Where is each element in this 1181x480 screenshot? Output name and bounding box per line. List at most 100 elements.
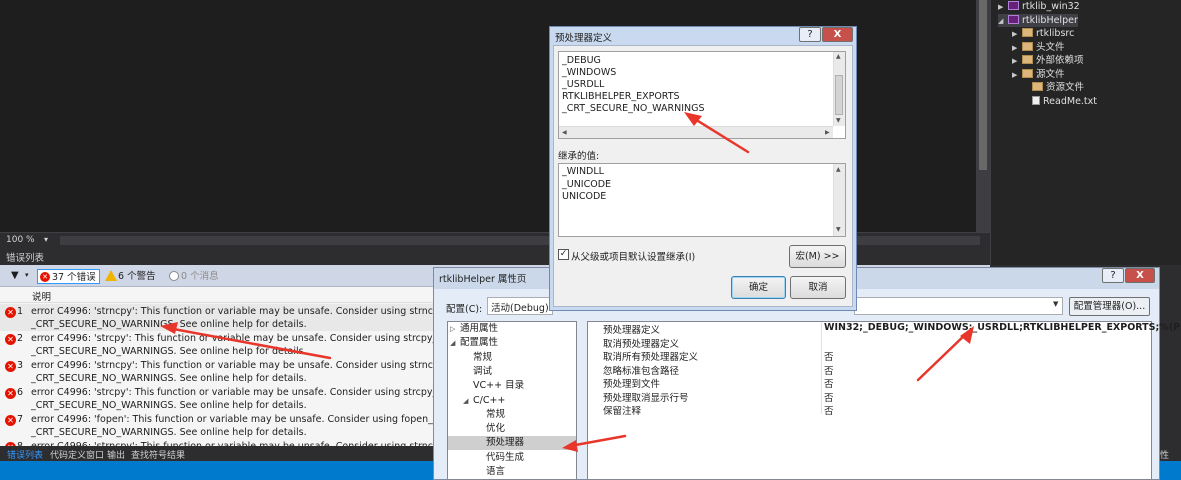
property-row[interactable]: 取消预处理器定义	[588, 336, 1151, 350]
expand-arrow-icon[interactable]: ▶	[1012, 69, 1022, 82]
tool-tab[interactable]: 错误列表	[7, 448, 43, 461]
property-tree-item[interactable]: 优化	[476, 422, 505, 436]
solution-item[interactable]: ◢ rtklibHelper	[998, 13, 1078, 28]
preprocessor-dialog-title: 预处理器定义	[555, 33, 613, 44]
zoom-level[interactable]: 100 %	[6, 235, 35, 245]
configuration-manager-button[interactable]: 配置管理器(O)...	[1069, 297, 1150, 316]
property-tree-item[interactable]: 调试	[463, 365, 492, 379]
property-tree-item[interactable]: 代码生成	[476, 451, 524, 465]
platform-select[interactable]	[854, 297, 1063, 315]
expand-arrow-icon[interactable]: ◢	[450, 336, 460, 350]
property-pages-help-button[interactable]: ?	[1102, 268, 1124, 283]
scroll-right-icon[interactable]: ▶	[825, 129, 830, 136]
property-tree-label: 语言	[486, 466, 506, 477]
error-row[interactable]: ✕ 2 error C4996: 'strcpy': This function o…	[0, 331, 496, 358]
solution-item[interactable]: ▶ rtklib_win32	[998, 0, 1080, 13]
zoom-dropdown-icon[interactable]: ▾	[44, 235, 48, 244]
scroll-up-icon[interactable]: ▲	[836, 166, 841, 173]
property-value[interactable]: 否	[824, 349, 834, 363]
error-row[interactable]: ✕ 7 error C4996: 'fopen': This function or…	[0, 412, 492, 439]
property-tree-label: 优化	[486, 423, 506, 435]
tool-tab[interactable]: 代码定义窗口	[50, 448, 104, 461]
filter-icon[interactable]: ▼	[11, 270, 19, 281]
property-tree-item[interactable]: VC++ 目录	[463, 379, 524, 393]
expand-arrow-icon[interactable]: ◢	[463, 394, 473, 408]
property-tree-item[interactable]: ▷ 通用属性	[450, 322, 498, 336]
tool-tab[interactable]: 输出	[107, 448, 125, 461]
property-row[interactable]: 忽略标准包含路径 否	[588, 363, 1151, 377]
tool-tab[interactable]: 查找符号结果	[131, 448, 185, 461]
error-row[interactable]: ✕ 6 error C4996: 'strcpy': This function o…	[0, 385, 496, 412]
property-tree-item[interactable]: ◢ C/C++	[463, 394, 505, 408]
warnings-filter-label: 6 个警告	[118, 271, 156, 282]
error-row[interactable]: ✕ 1 error C4996: 'strncpy': This function …	[0, 304, 508, 331]
definition-line[interactable]: _USRDLL	[562, 79, 604, 90]
expand-arrow-icon[interactable]: ▷	[450, 322, 460, 336]
warnings-filter-button[interactable]: 6 个警告	[104, 269, 156, 284]
definition-line[interactable]: _DEBUG	[562, 55, 601, 66]
messages-filter-button[interactable]: 0 个消息	[167, 269, 219, 284]
solution-item[interactable]: ▶ 头文件	[1012, 41, 1065, 54]
scroll-up-icon[interactable]: ▲	[836, 53, 841, 60]
property-tree-item[interactable]: 预处理器	[448, 436, 576, 451]
property-value[interactable]: 否	[824, 376, 834, 390]
error-row[interactable]: ✕ 3 error C4996: 'strncpy': This function …	[0, 358, 508, 385]
error-message-cont: _CRT_SECURE_NO_WARNINGS. See online help…	[31, 373, 307, 384]
definition-line[interactable]: _CRT_SECURE_NO_WARNINGS	[562, 103, 705, 114]
property-tree-item[interactable]: 语言	[476, 465, 505, 479]
configuration-select[interactable]: 活动(Debug)	[487, 297, 553, 315]
property-pages-close-button[interactable]: X	[1125, 268, 1155, 283]
scroll-down-icon[interactable]: ▼	[836, 117, 841, 124]
property-name: 保留注释	[603, 406, 642, 417]
folder-icon	[1022, 68, 1033, 78]
property-name: 预处理到文件	[603, 379, 661, 390]
scroll-left-icon[interactable]: ◀	[562, 129, 567, 136]
property-tree-item[interactable]: 常规	[463, 351, 492, 365]
property-row[interactable]: 预处理到文件 否	[588, 376, 1151, 390]
chevron-down-icon[interactable]: ▼	[1053, 300, 1058, 308]
errors-filter-button[interactable]: ✕ 37 个错误	[37, 269, 100, 284]
error-message: error C4996: 'fopen': This function or v…	[31, 414, 492, 425]
cancel-button[interactable]: 取消	[790, 276, 846, 299]
solution-item[interactable]: ▶ 外部依赖项	[1012, 54, 1084, 67]
column-description[interactable]: 说明	[32, 289, 51, 303]
project-icon	[1008, 1, 1019, 10]
solution-item[interactable]: 资源文件	[1022, 81, 1084, 94]
property-row[interactable]: 预处理器定义 WIN32;_DEBUG;_WINDOWS;_USRDLL;RTKL…	[588, 322, 1181, 336]
scroll-down-icon[interactable]: ▼	[836, 226, 841, 233]
property-row[interactable]: 保留注释 否	[588, 403, 1151, 417]
property-tree-item[interactable]: ◢ 配置属性	[450, 336, 498, 350]
folder-icon	[1022, 41, 1033, 51]
info-icon	[169, 271, 179, 281]
error-icon: ✕	[40, 272, 50, 282]
inherit-checkbox-label[interactable]: 从父级或项目默认设置继承(I)	[571, 249, 695, 263]
solution-item[interactable]: ReadMe.txt	[1022, 95, 1097, 108]
solution-item-label: rtklibsrc	[1036, 28, 1075, 39]
property-row[interactable]: 取消所有预处理器定义 否	[588, 349, 1151, 363]
filter-dropdown-icon[interactable]: ▾	[25, 271, 29, 279]
preprocessor-help-button[interactable]: ?	[799, 27, 821, 42]
property-row[interactable]: 预处理取消显示行号 否	[588, 390, 1151, 404]
property-tree-item[interactable]: 常规	[476, 408, 505, 422]
property-value[interactable]: 否	[824, 403, 834, 417]
macro-button[interactable]: 宏(M) >>	[789, 245, 846, 268]
definitions-horizontal-scrollbar[interactable]	[559, 126, 833, 138]
expand-arrow-icon[interactable]: ▶	[1012, 55, 1022, 68]
inherit-checkbox[interactable]: ✓	[558, 249, 569, 260]
editor-scroll-thumb[interactable]	[979, 0, 987, 170]
properties-tab-fragment[interactable]: 性	[1160, 448, 1169, 461]
definitions-scroll-thumb[interactable]	[835, 75, 843, 115]
expand-arrow-icon[interactable]: ▶	[1012, 42, 1022, 55]
solution-item[interactable]: ▶ 源文件	[1012, 68, 1065, 81]
expand-arrow-icon[interactable]: ▶	[998, 1, 1008, 14]
preprocessor-close-button[interactable]: X	[822, 27, 853, 42]
solution-item[interactable]: ▶ rtklibsrc	[1012, 27, 1074, 40]
property-value[interactable]: 否	[824, 363, 834, 377]
expand-arrow-icon[interactable]: ◢	[998, 15, 1008, 28]
ok-button[interactable]: 确定	[731, 276, 786, 299]
expand-arrow-icon[interactable]: ▶	[1012, 28, 1022, 41]
property-value[interactable]: 否	[824, 390, 834, 404]
property-value[interactable]: WIN32;_DEBUG;_WINDOWS;_USRDLL;RTKLIBHELP…	[824, 322, 1181, 333]
definition-line[interactable]: RTKLIBHELPER_EXPORTS	[562, 91, 680, 102]
definition-line[interactable]: _WINDOWS	[562, 67, 616, 78]
